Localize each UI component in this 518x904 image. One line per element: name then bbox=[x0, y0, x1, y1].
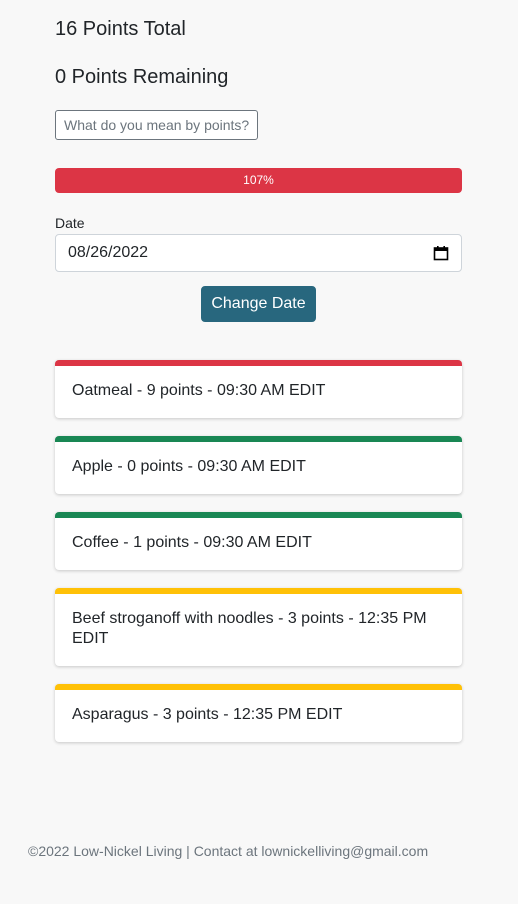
food-entry-card: Beef stroganoff with noodles - 3 points … bbox=[55, 588, 462, 666]
calendar-icon[interactable] bbox=[433, 245, 449, 261]
edit-link[interactable]: EDIT bbox=[306, 706, 342, 723]
points-total-heading: 16 Points Total bbox=[55, 18, 186, 40]
food-entry-card: Coffee - 1 points - 09:30 AM EDIT bbox=[55, 512, 462, 570]
edit-link[interactable]: EDIT bbox=[269, 458, 305, 475]
food-entry-card: Asparagus - 3 points - 12:35 PM EDIT bbox=[55, 684, 462, 742]
date-value: 08/26/2022 bbox=[68, 244, 149, 261]
food-entry-card: Apple - 0 points - 09:30 AM EDIT bbox=[55, 436, 462, 494]
entry-text: Oatmeal - 9 points - 09:30 AM bbox=[72, 382, 285, 399]
food-entry-card: Oatmeal - 9 points - 09:30 AM EDIT bbox=[55, 360, 462, 418]
edit-link[interactable]: EDIT bbox=[289, 382, 325, 399]
entry-text: Beef stroganoff with noodles - 3 points … bbox=[72, 610, 427, 627]
change-date-button[interactable]: Change Date bbox=[201, 286, 316, 322]
points-remaining-heading: 0 Points Remaining bbox=[55, 66, 229, 88]
entry-text: Apple - 0 points - 09:30 AM bbox=[72, 458, 265, 475]
footer-text: ©2022 Low-Nickel Living | Contact at low… bbox=[28, 843, 429, 859]
points-progress-bar: 107% bbox=[55, 168, 462, 193]
entry-text: Asparagus - 3 points - 12:35 PM bbox=[72, 706, 302, 723]
progress-fill: 107% bbox=[55, 168, 462, 193]
entry-text: Coffee - 1 points - 09:30 AM bbox=[72, 534, 271, 551]
edit-link[interactable]: EDIT bbox=[275, 534, 311, 551]
date-label: Date bbox=[55, 215, 85, 231]
edit-link[interactable]: EDIT bbox=[72, 630, 108, 647]
points-help-button[interactable]: What do you mean by points? bbox=[55, 110, 259, 140]
date-input[interactable]: 08/26/2022 bbox=[55, 234, 462, 272]
